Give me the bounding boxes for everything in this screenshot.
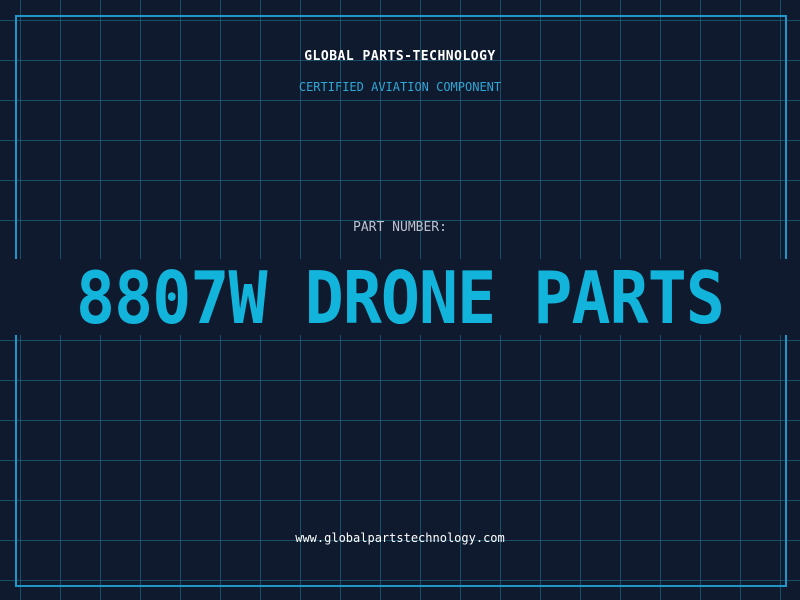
company-name: GLOBAL PARTS-TECHNOLOGY bbox=[304, 49, 496, 64]
certification-subtitle: CERTIFIED AVIATION COMPONENT bbox=[298, 80, 502, 94]
website-url[interactable]: www.globalpartstechnology.com bbox=[0, 531, 800, 545]
part-number-value: 8807W DRONE PARTS bbox=[76, 256, 725, 340]
part-number-label: PART NUMBER: bbox=[353, 220, 447, 235]
